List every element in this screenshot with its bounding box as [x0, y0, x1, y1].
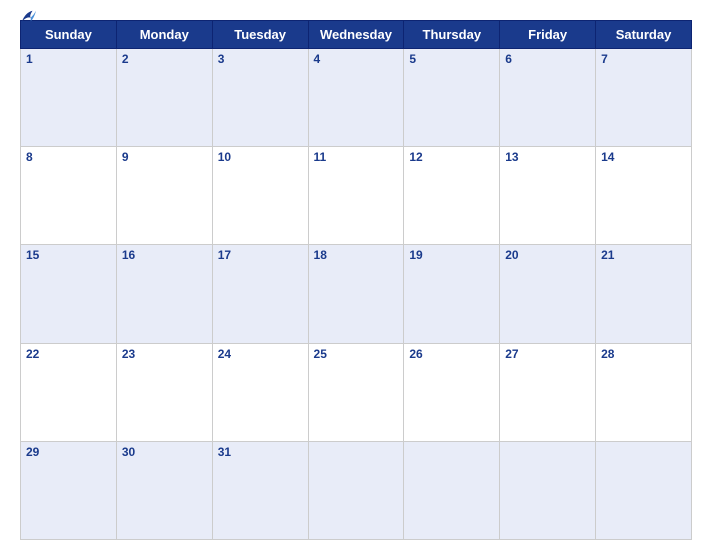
calendar-cell: 21 [596, 245, 692, 343]
date-number: 25 [314, 347, 327, 361]
week-row-5: 29 30 31 [21, 441, 692, 539]
calendar-cell: 11 [308, 147, 404, 245]
date-number: 15 [26, 248, 39, 262]
calendar-cell: 23 [116, 343, 212, 441]
day-header-saturday: Saturday [596, 21, 692, 49]
calendar-cell [308, 441, 404, 539]
date-number: 26 [409, 347, 422, 361]
calendar-cell: 12 [404, 147, 500, 245]
calendar-cell: 29 [21, 441, 117, 539]
calendar-cell: 17 [212, 245, 308, 343]
date-number: 31 [218, 445, 231, 459]
date-number: 16 [122, 248, 135, 262]
calendar-cell: 14 [596, 147, 692, 245]
calendar-cell [500, 441, 596, 539]
calendar-header [20, 10, 692, 16]
date-number: 4 [314, 52, 321, 66]
date-number: 3 [218, 52, 225, 66]
date-number: 28 [601, 347, 614, 361]
calendar-cell: 22 [21, 343, 117, 441]
calendar-cell: 27 [500, 343, 596, 441]
week-row-4: 22 23 24 25 26 27 28 [21, 343, 692, 441]
calendar-cell: 3 [212, 49, 308, 147]
week-row-1: 1 2 3 4 5 6 7 [21, 49, 692, 147]
calendar-cell [596, 441, 692, 539]
calendar-cell: 6 [500, 49, 596, 147]
date-number: 17 [218, 248, 231, 262]
day-header-sunday: Sunday [21, 21, 117, 49]
date-number: 23 [122, 347, 135, 361]
date-number: 9 [122, 150, 129, 164]
date-number: 19 [409, 248, 422, 262]
calendar-cell [404, 441, 500, 539]
calendar-cell: 9 [116, 147, 212, 245]
calendar-table: SundayMondayTuesdayWednesdayThursdayFrid… [20, 20, 692, 540]
day-header-tuesday: Tuesday [212, 21, 308, 49]
calendar-cell: 4 [308, 49, 404, 147]
week-row-2: 8 9 10 11 12 13 14 [21, 147, 692, 245]
date-number: 20 [505, 248, 518, 262]
calendar-cell: 1 [21, 49, 117, 147]
day-header-wednesday: Wednesday [308, 21, 404, 49]
week-row-3: 15 16 17 18 19 20 21 [21, 245, 692, 343]
date-number: 8 [26, 150, 33, 164]
date-number: 11 [314, 150, 327, 164]
calendar-cell: 30 [116, 441, 212, 539]
calendar-cell: 20 [500, 245, 596, 343]
calendar-cell: 15 [21, 245, 117, 343]
date-number: 13 [505, 150, 518, 164]
date-number: 6 [505, 52, 512, 66]
date-number: 21 [601, 248, 614, 262]
calendar-cell: 7 [596, 49, 692, 147]
date-number: 2 [122, 52, 129, 66]
date-number: 18 [314, 248, 327, 262]
logo-bird-icon [20, 9, 38, 23]
day-header-thursday: Thursday [404, 21, 500, 49]
calendar-cell: 8 [21, 147, 117, 245]
calendar-cell: 26 [404, 343, 500, 441]
calendar-cell: 13 [500, 147, 596, 245]
date-number: 30 [122, 445, 135, 459]
calendar-cell: 31 [212, 441, 308, 539]
date-number: 24 [218, 347, 231, 361]
calendar-cell: 19 [404, 245, 500, 343]
calendar-cell: 25 [308, 343, 404, 441]
date-number: 22 [26, 347, 39, 361]
calendar-cell: 16 [116, 245, 212, 343]
day-header-monday: Monday [116, 21, 212, 49]
logo-blue [20, 9, 40, 23]
calendar-cell: 2 [116, 49, 212, 147]
date-number: 14 [601, 150, 614, 164]
logo [20, 9, 40, 23]
date-number: 10 [218, 150, 231, 164]
calendar-cell: 24 [212, 343, 308, 441]
date-number: 7 [601, 52, 608, 66]
days-header-row: SundayMondayTuesdayWednesdayThursdayFrid… [21, 21, 692, 49]
day-header-friday: Friday [500, 21, 596, 49]
date-number: 29 [26, 445, 39, 459]
calendar-cell: 28 [596, 343, 692, 441]
date-number: 5 [409, 52, 416, 66]
calendar-cell: 18 [308, 245, 404, 343]
calendar-cell: 5 [404, 49, 500, 147]
calendar-cell: 10 [212, 147, 308, 245]
date-number: 12 [409, 150, 422, 164]
date-number: 1 [26, 52, 33, 66]
date-number: 27 [505, 347, 518, 361]
